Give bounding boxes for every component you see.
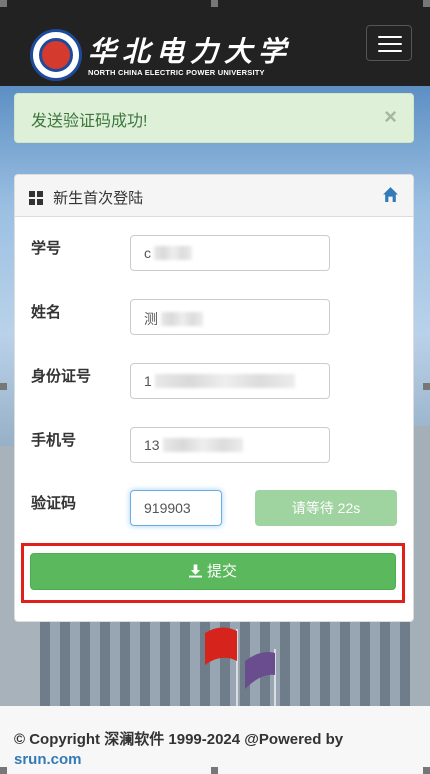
phone-input[interactable]: 13 <box>130 427 330 463</box>
id-card-input[interactable]: 1 <box>130 363 330 399</box>
verification-code-input[interactable]: 919903 <box>130 490 222 526</box>
send-code-wait-button[interactable]: 请等待 22s <box>255 490 397 526</box>
corner-marker <box>211 0 218 7</box>
home-icon[interactable] <box>382 186 399 203</box>
phone-label: 手机号 <box>31 432 77 449</box>
corner-marker <box>0 767 7 774</box>
name-input[interactable]: 测 <box>130 299 330 335</box>
alert-message: 发送验证码成功! <box>31 113 148 130</box>
name-label: 姓名 <box>31 304 62 321</box>
corner-marker <box>211 767 218 774</box>
corner-marker <box>0 0 7 7</box>
corner-marker <box>423 383 430 390</box>
brand-chinese-name: 华北电力大学 <box>88 35 293 68</box>
submit-button[interactable]: 提交 <box>30 553 396 590</box>
close-icon[interactable]: × <box>384 104 397 130</box>
student-id-label: 学号 <box>31 240 62 257</box>
verification-code-label: 验证码 <box>31 495 77 512</box>
university-logo-icon <box>30 29 82 81</box>
flags-image <box>205 627 276 706</box>
hamburger-menu-button[interactable] <box>366 25 412 61</box>
grid-icon <box>29 191 43 205</box>
panel-heading: 新生首次登陆 <box>15 175 413 217</box>
copyright-text: © Copyright 深澜软件 1999-2024 @Powered by <box>14 731 344 748</box>
corner-marker <box>423 767 430 774</box>
corner-marker <box>0 383 7 390</box>
top-navbar: 华北电力大学 NORTH CHINA ELECTRIC POWER UNIVER… <box>0 0 430 86</box>
id-card-label: 身份证号 <box>31 368 92 385</box>
brand-english-name: NORTH CHINA ELECTRIC POWER UNIVERSITY <box>88 68 265 77</box>
panel-title: 新生首次登陆 <box>53 190 144 207</box>
submit-button-label: 提交 <box>206 563 237 580</box>
footer: © Copyright 深澜软件 1999-2024 @Powered by s… <box>0 706 430 774</box>
student-id-input[interactable]: c <box>130 235 330 271</box>
success-alert: 发送验证码成功! × <box>14 93 414 143</box>
download-icon <box>188 564 202 578</box>
corner-marker <box>423 0 430 7</box>
srun-link[interactable]: srun.com <box>14 751 82 768</box>
hamburger-menu-icon <box>378 36 402 38</box>
